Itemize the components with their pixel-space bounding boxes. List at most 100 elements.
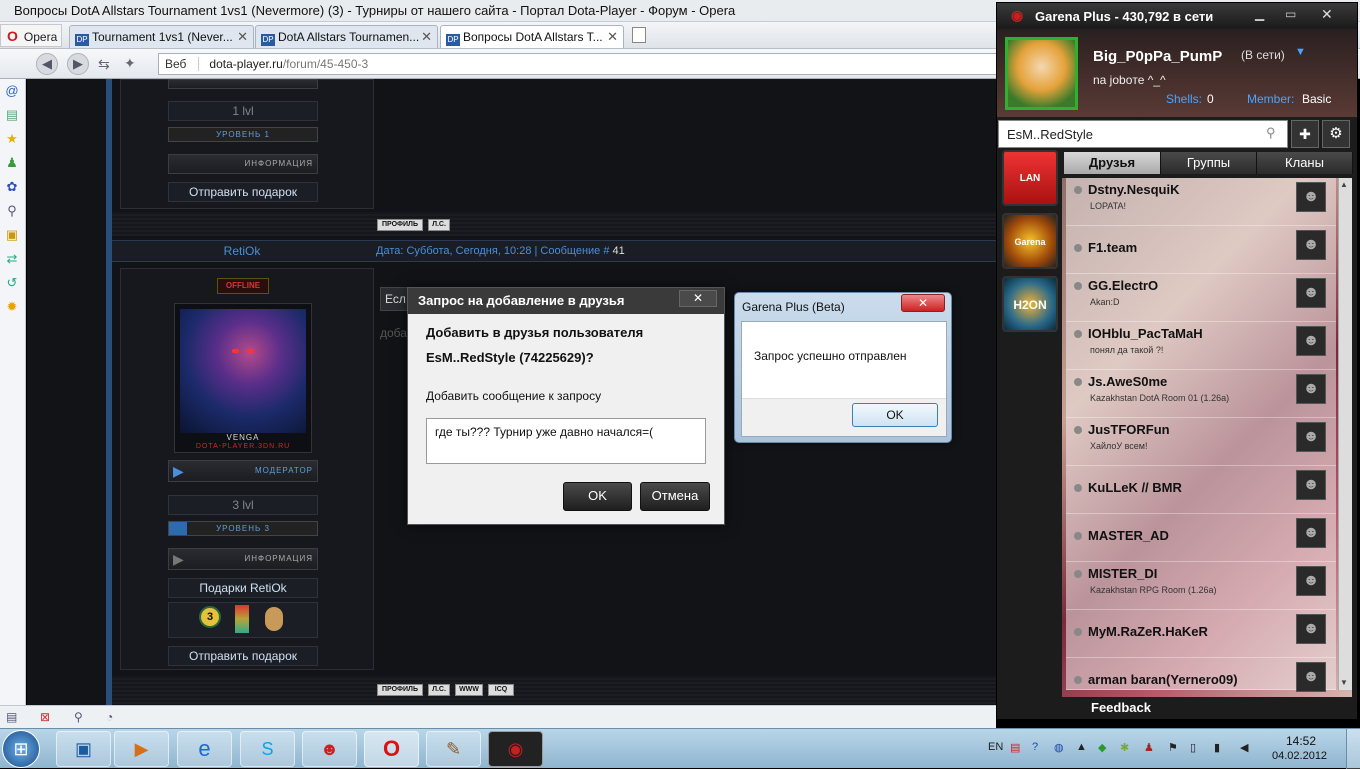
garena-user-avatar[interactable] bbox=[1005, 37, 1078, 110]
bookmarks-star-icon[interactable]: ★ bbox=[4, 131, 20, 147]
feedback-link[interactable]: Feedback bbox=[1091, 700, 1151, 715]
history-icon[interactable]: ↺ bbox=[4, 275, 20, 291]
tray-volume-icon[interactable]: ◀ bbox=[1240, 741, 1248, 754]
browser-tab-1[interactable]: DP Tournament 1vs1 (Never... ✕ bbox=[69, 25, 254, 48]
language-indicator[interactable]: EN bbox=[988, 741, 1003, 753]
settings-icon[interactable]: ✹ bbox=[4, 299, 20, 315]
garena-maximize-icon[interactable]: ▭ bbox=[1285, 7, 1296, 21]
taskbar-garena-icon[interactable]: ◉ bbox=[488, 731, 543, 767]
tray-network-icon[interactable]: ▯ bbox=[1190, 741, 1196, 754]
start-button[interactable]: ⊞ bbox=[2, 730, 40, 768]
info-button[interactable]: ▶ ИНФОРМАЦИЯ bbox=[168, 548, 318, 570]
add-friend-close-icon[interactable]: ✕ bbox=[679, 290, 717, 307]
garena-online-status[interactable]: (В сети) bbox=[1241, 48, 1285, 62]
unite-icon[interactable]: ⚲ bbox=[4, 203, 20, 219]
friend-row[interactable]: JusTFORFun ХайлоУ всем! ☻ bbox=[1066, 418, 1336, 466]
links-icon[interactable]: ⇄ bbox=[4, 251, 20, 267]
close-tab-icon[interactable]: ✕ bbox=[237, 29, 248, 45]
tray-bug-icon[interactable]: ✱ bbox=[1120, 741, 1129, 754]
taskbar-user-icon[interactable]: ☻ bbox=[302, 731, 357, 767]
address-field[interactable]: Веб dota-player.ru/forum/45-450-3 bbox=[158, 53, 998, 75]
scroll-up-icon[interactable]: ▲ bbox=[1340, 180, 1348, 189]
contacts-icon[interactable]: ♟ bbox=[4, 155, 20, 171]
gift-drink-icon[interactable] bbox=[235, 605, 249, 633]
widgets-icon[interactable]: ✿ bbox=[4, 179, 20, 195]
taskbar-ie-icon[interactable]: e bbox=[177, 731, 232, 767]
back-icon[interactable]: ◀ bbox=[36, 53, 58, 75]
gifts-title[interactable]: Подарки RetiOk bbox=[168, 578, 318, 598]
turbo-icon[interactable]: ◔ bbox=[106, 710, 113, 724]
add-friend-ok-button[interactable]: OK bbox=[563, 482, 632, 511]
forward-icon[interactable]: ▶ bbox=[67, 53, 89, 75]
add-friend-icon[interactable]: ✚ bbox=[1291, 120, 1319, 148]
taskbar-skype-icon[interactable]: S bbox=[240, 731, 295, 767]
send-gift-link[interactable]: Отправить подарок bbox=[168, 646, 318, 666]
close-tab-icon[interactable]: ✕ bbox=[421, 29, 432, 45]
search-icon[interactable]: ⚲ bbox=[1266, 125, 1276, 141]
tray-person-icon[interactable]: ♟ bbox=[1144, 741, 1154, 754]
h2on-app-icon[interactable]: H2ON bbox=[1002, 276, 1058, 332]
garena-settings-gear-icon[interactable]: ⚙ bbox=[1322, 120, 1350, 148]
www-button[interactable]: WWW bbox=[455, 684, 483, 696]
clock-time[interactable]: 14:52 bbox=[1286, 734, 1316, 748]
reload-icon[interactable]: ⇆ bbox=[98, 56, 110, 73]
taskbar-paint-icon[interactable]: ✎ bbox=[426, 731, 481, 767]
tray-globe-icon[interactable]: ◍ bbox=[1054, 741, 1064, 754]
pm-button[interactable]: Л.С. bbox=[428, 219, 450, 231]
tray-flag-icon[interactable]: ⚑ bbox=[1168, 741, 1178, 754]
gift-hamster-icon[interactable] bbox=[265, 607, 283, 631]
friend-row[interactable]: F1.team ☻ bbox=[1066, 226, 1336, 274]
garena-tab-clans[interactable]: Кланы bbox=[1257, 152, 1353, 174]
opera-menu-button[interactable]: O Opera bbox=[0, 24, 62, 47]
garena-search-input[interactable]: EsM..RedStyle bbox=[998, 120, 1288, 148]
unite-status-icon[interactable]: ⚲ bbox=[74, 710, 83, 724]
message-input[interactable]: где ты??? Турнир уже давно начался=( bbox=[426, 418, 706, 464]
mail-icon[interactable]: @ bbox=[4, 83, 20, 99]
tray-shield-icon[interactable]: ◆ bbox=[1098, 741, 1106, 754]
garena-tab-friends[interactable]: Друзья bbox=[1064, 152, 1161, 174]
profile-button[interactable]: ПРОФИЛЬ bbox=[377, 219, 423, 231]
prev-info-button[interactable]: ИНФОРМАЦИЯ bbox=[168, 154, 318, 174]
friend-row[interactable]: MASTER_AD ☻ bbox=[1066, 514, 1336, 562]
post-username[interactable]: RetiOk bbox=[112, 244, 372, 258]
friends-scrollbar[interactable]: ▲ ▼ bbox=[1338, 178, 1352, 690]
taskbar-media-player-icon[interactable]: ▶ bbox=[114, 731, 169, 767]
tray-pdf-icon[interactable]: ▤ bbox=[1010, 741, 1020, 754]
tray-signal-icon[interactable]: ▮ bbox=[1214, 741, 1220, 754]
tray-expand-icon[interactable]: ▲ bbox=[1076, 741, 1087, 753]
friend-row[interactable]: IOHblu_PacTaMaH понял да такой ?! ☻ bbox=[1066, 322, 1336, 370]
browser-tab-2[interactable]: DP DotA Allstars Tournamen... ✕ bbox=[255, 25, 438, 48]
notes-icon[interactable]: ▤ bbox=[4, 107, 20, 123]
add-friend-cancel-button[interactable]: Отмена bbox=[640, 482, 710, 511]
confirm-ok-button[interactable]: OK bbox=[852, 403, 938, 427]
downloads-icon[interactable]: ▣ bbox=[4, 227, 20, 243]
profile-button-2[interactable]: ПРОФИЛЬ bbox=[377, 684, 423, 696]
lan-app-icon[interactable]: LAN bbox=[1002, 150, 1058, 206]
friend-row[interactable]: MISTER_DI Kazakhstan RPG Room (1.26a) ☻ bbox=[1066, 562, 1336, 610]
taskbar-opera-icon[interactable]: O bbox=[364, 731, 419, 767]
new-tab-icon[interactable] bbox=[632, 27, 646, 43]
taskbar-explorer-icon[interactable]: ▣ bbox=[56, 731, 111, 767]
friend-row[interactable]: arman baran(Yernero09) ☻ bbox=[1066, 658, 1336, 692]
block-icon[interactable]: ⊠ bbox=[40, 710, 50, 724]
status-dropdown-icon[interactable]: ▼ bbox=[1295, 46, 1306, 58]
prev-send-gift-link[interactable]: Отправить подарок bbox=[168, 182, 318, 202]
gift-medal-icon[interactable]: 3 bbox=[199, 606, 221, 628]
close-tab-icon[interactable]: ✕ bbox=[607, 29, 618, 45]
wand-icon[interactable]: ✦ bbox=[124, 55, 136, 72]
friend-row[interactable]: GG.ElectrO Akan:D ☻ bbox=[1066, 274, 1336, 322]
tray-help-icon[interactable]: ? bbox=[1032, 741, 1038, 753]
friend-row[interactable]: Dstny.NesquiK LOPATA! ☻ bbox=[1066, 178, 1336, 226]
friend-row[interactable]: KuLLeK // BMR ☻ bbox=[1066, 466, 1336, 514]
garena-minimize-icon[interactable]: ▁ bbox=[1255, 7, 1264, 21]
blast-app-icon[interactable]: Garena Blast bbox=[1002, 213, 1058, 301]
garena-tab-groups[interactable]: Группы bbox=[1161, 152, 1257, 174]
icq-button[interactable]: ICQ bbox=[488, 684, 514, 696]
friend-row[interactable]: Js.AweS0me Kazakhstan DotA Room 01 (1.26a… bbox=[1066, 370, 1336, 418]
garena-mood[interactable]: na joboте ^_^ bbox=[1093, 73, 1166, 87]
garena-close-icon[interactable]: ✕ bbox=[1321, 6, 1333, 23]
pm-button-2[interactable]: Л.С. bbox=[428, 684, 450, 696]
show-desktop-button[interactable] bbox=[1346, 729, 1360, 769]
panel-toggle-icon[interactable]: ▤ bbox=[6, 710, 17, 724]
friend-row[interactable]: MyM.RaZeR.HaKeR ☻ bbox=[1066, 610, 1336, 658]
